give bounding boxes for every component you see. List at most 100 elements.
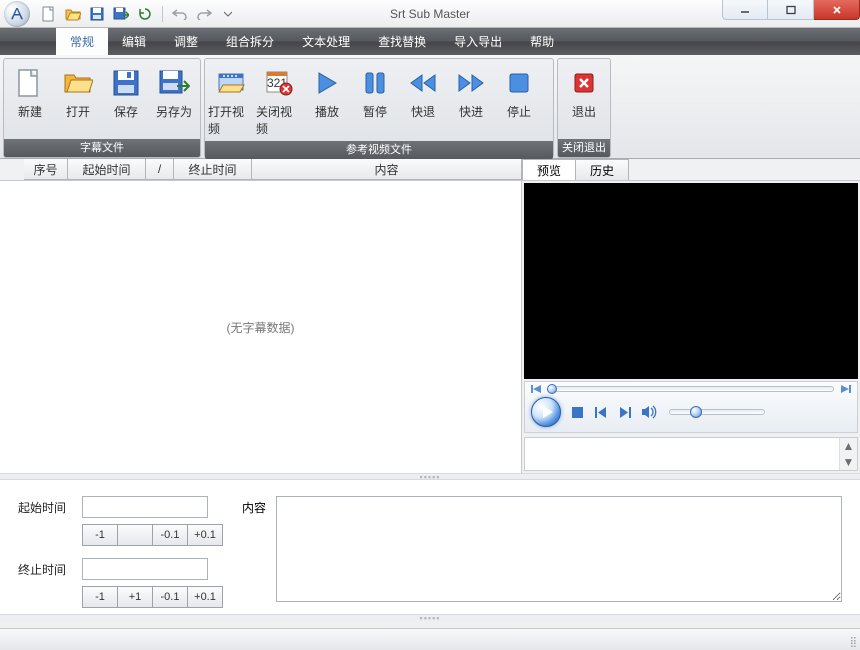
menu-general[interactable]: 常规 [56,28,108,55]
stop-icon [503,67,535,99]
start-adjust-buttons: -1 -0.1 +0.1 [82,524,222,546]
maximize-button[interactable] [768,0,814,20]
rewind-button[interactable]: 快退 [399,63,447,141]
editor-pane: 起始时间 -1 -0.1 +0.1 终止时间 -1 +1 -0.1 +0.1 内… [0,480,860,614]
exit-button[interactable]: 退出 [560,63,608,139]
qat-saveas-icon[interactable] [112,5,130,23]
menu-combine[interactable]: 组合拆分 [212,28,288,55]
menu-edit[interactable]: 编辑 [108,28,160,55]
deck-volume-icon[interactable] [641,404,657,420]
middle-area: (无字幕数据) ▲▼ [0,181,860,473]
deck-prev-button[interactable] [593,404,609,420]
horizontal-splitter[interactable]: ▪▪▪▪▪ [0,473,860,480]
qat-separator [162,6,163,22]
deck-next-button[interactable] [617,404,633,420]
empty-state-text: (无字幕数据) [227,319,295,336]
forward-icon [455,67,487,99]
subtitle-preview-strip: ▲▼ [524,437,858,471]
quick-access-toolbar [40,5,237,23]
open-button[interactable]: 打开 [54,63,102,139]
open-video-button[interactable]: 打开视频 [207,63,255,141]
video-display[interactable] [524,183,858,379]
start-blank[interactable] [117,524,153,546]
qat-redo-icon[interactable] [195,5,213,23]
saveas-icon [158,67,190,99]
ribbon-group-subtitle-file: 新建 打开 保存 另存为 字幕文件 [3,58,201,158]
play-button[interactable]: 播放 [303,63,351,141]
video-controls-deck [524,381,858,433]
rewind-icon [407,67,439,99]
end-adjust-buttons: -1 +1 -0.1 +0.1 [82,586,222,608]
end-time-label: 终止时间 [18,561,72,578]
seek-slider[interactable] [548,386,834,392]
seek-end-icon[interactable] [840,385,851,393]
forward-button[interactable]: 快进 [447,63,495,141]
qat-customize-icon[interactable] [219,5,237,23]
ribbon-group-label: 参考视频文件 [205,141,553,159]
col-start[interactable]: 起始时间 [68,159,146,180]
menu-help[interactable]: 帮助 [516,28,568,55]
open-folder-icon [62,67,94,99]
seek-knob[interactable] [547,384,557,394]
stop-button[interactable]: 停止 [495,63,543,141]
col-end[interactable]: 终止时间 [174,159,252,180]
deck-stop-button[interactable] [569,404,585,420]
play-icon [311,67,343,99]
menu-io[interactable]: 导入导出 [440,28,516,55]
volume-slider[interactable] [669,409,765,415]
qat-undo-icon[interactable] [171,5,189,23]
new-file-icon [14,67,46,99]
ribbon-group-label: 字幕文件 [4,139,200,157]
subtitle-table-header: 序号 起始时间 / 终止时间 内容 预览 历史 [0,159,860,181]
start-minus-1[interactable]: -1 [82,524,118,546]
end-plus-1[interactable]: +1 [117,586,153,608]
content-textarea[interactable] [276,496,842,602]
qat-open-icon[interactable] [64,5,82,23]
menu-find[interactable]: 查找替换 [364,28,440,55]
close-video-icon: 321 [263,67,295,99]
menu-adjust[interactable]: 调整 [160,28,212,55]
saveas-button[interactable]: 另存为 [150,63,198,139]
col-index[interactable]: 序号 [24,159,68,180]
qat-save-icon[interactable] [88,5,106,23]
save-button[interactable]: 保存 [102,63,150,139]
close-button[interactable] [814,0,860,20]
status-bar: ⣿ [0,628,860,650]
preview-strip-scrollbar[interactable]: ▲▼ [839,438,857,470]
qat-refresh-icon[interactable] [136,5,154,23]
start-time-label: 起始时间 [18,499,72,516]
ribbon-group-video: 打开视频 321关闭视频 播放 暂停 快退 快进 停止 参考视频文件 [204,58,554,158]
qat-new-icon[interactable] [40,5,58,23]
start-time-input[interactable] [82,496,208,518]
minimize-button[interactable] [722,0,768,20]
menu-text[interactable]: 文本处理 [288,28,364,55]
deck-play-button[interactable] [531,397,561,427]
end-minus-1[interactable]: -1 [82,586,118,608]
close-video-button[interactable]: 321关闭视频 [255,63,303,141]
start-minus-01[interactable]: -0.1 [152,524,188,546]
ribbon-group-label: 关闭退出 [558,139,610,157]
volume-knob[interactable] [690,406,702,418]
col-content[interactable]: 内容 [252,159,522,180]
subtitle-preview-text [525,438,839,470]
content-label: 内容 [242,496,266,598]
exit-icon [568,67,600,99]
resize-grip-icon[interactable]: ⣿ [850,637,856,648]
start-plus-01[interactable]: +0.1 [187,524,223,546]
end-minus-01[interactable]: -0.1 [152,586,188,608]
horizontal-splitter-2[interactable]: ▪▪▪▪▪ [0,614,860,621]
ribbon-group-exit: 退出 关闭退出 [557,58,611,158]
preview-pane: ▲▼ [522,181,860,473]
pause-button[interactable]: 暂停 [351,63,399,141]
app-logo-icon [4,1,30,27]
new-button[interactable]: 新建 [6,63,54,139]
pause-icon [359,67,391,99]
end-plus-01[interactable]: +0.1 [187,586,223,608]
col-sep: / [146,159,174,180]
menu-bar: 常规 编辑 调整 组合拆分 文本处理 查找替换 导入导出 帮助 [0,28,860,55]
seek-start-icon[interactable] [531,385,542,393]
tab-preview[interactable]: 预览 [522,159,576,180]
ribbon: 新建 打开 保存 另存为 字幕文件 打开视频 321关闭视频 播放 暂停 快退 … [0,55,860,159]
tab-history[interactable]: 历史 [575,159,629,180]
end-time-input[interactable] [82,558,208,580]
